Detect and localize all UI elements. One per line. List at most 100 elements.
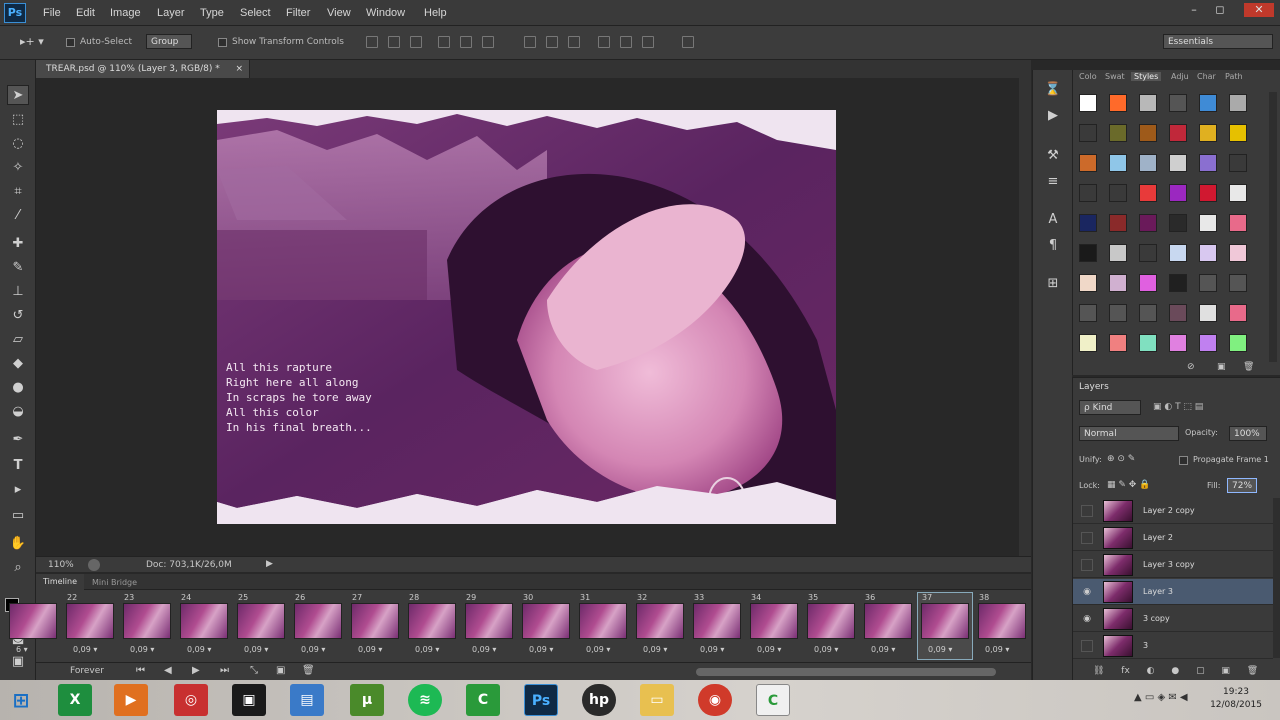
style-swatch[interactable]	[1169, 94, 1187, 112]
app-icon[interactable]: ◎	[174, 684, 208, 716]
style-swatch[interactable]	[1199, 94, 1217, 112]
frame-delay[interactable]: 0,09 ▾	[871, 645, 895, 654]
animation-frame[interactable]: 6 ▾	[6, 593, 60, 659]
animation-frame[interactable]: 31 0,09 ▾	[576, 593, 630, 659]
style-swatch[interactable]	[1229, 214, 1247, 232]
tab-color[interactable]: Colo	[1079, 72, 1097, 81]
magic-wand-icon[interactable]: ✧	[7, 158, 29, 178]
layer-row[interactable]: ◉ Layer 3	[1073, 579, 1273, 605]
frame-delay[interactable]: 0,09 ▾	[472, 645, 496, 654]
lock-icons[interactable]: ▦ ✎ ✥ 🔒	[1107, 480, 1150, 490]
marquee-tool-icon[interactable]: ⬚	[7, 110, 29, 130]
style-swatch[interactable]	[1079, 184, 1097, 202]
auto-select-checkbox[interactable]	[66, 38, 75, 47]
style-swatch[interactable]	[1139, 274, 1157, 292]
camtasia-icon[interactable]: C	[466, 684, 500, 716]
paint-bucket-icon[interactable]: ◆	[7, 354, 29, 374]
menu-type[interactable]: Type	[200, 7, 224, 19]
animation-frame[interactable]: 22 0,09 ▾	[63, 593, 117, 659]
camtasia-recorder-icon[interactable]: C	[756, 684, 790, 716]
brush-panel-icon[interactable]: ≡	[1042, 172, 1064, 192]
layer-bottom-icons[interactable]: ⛓ fx ◐ ● ▢ ▣ 🗑	[1093, 666, 1258, 676]
spotify-icon[interactable]: ≋	[408, 684, 442, 716]
style-swatch[interactable]	[1199, 124, 1217, 142]
frame-delay[interactable]: 0,09 ▾	[700, 645, 724, 654]
animation-frame[interactable]: 23 0,09 ▾	[120, 593, 174, 659]
character-panel-icon[interactable]: A	[1042, 210, 1064, 230]
tab-styles[interactable]: Styles	[1131, 72, 1162, 81]
eyedropper-icon[interactable]: ⁄	[7, 206, 29, 226]
frame-delay[interactable]: 0,09 ▾	[529, 645, 553, 654]
animation-frame[interactable]: 33 0,09 ▾	[690, 593, 744, 659]
document-canvas[interactable]: All this rapture Right here all along In…	[217, 110, 836, 524]
animation-frame[interactable]: 37 0,09 ▾	[917, 592, 973, 660]
eraser-icon[interactable]: ▱	[7, 330, 29, 350]
visibility-eye-icon[interactable]: ◉	[1081, 586, 1093, 598]
animation-frame[interactable]: 30 0,09 ▾	[519, 593, 573, 659]
style-swatch[interactable]	[1079, 214, 1097, 232]
style-swatch[interactable]	[1199, 274, 1217, 292]
play-icon[interactable]: ▶	[192, 665, 200, 676]
style-swatch[interactable]	[1109, 274, 1127, 292]
frame-delay[interactable]: 0,09 ▾	[301, 645, 325, 654]
show-transform-checkbox[interactable]	[218, 38, 227, 47]
menu-view[interactable]: View	[327, 7, 351, 19]
animation-frame[interactable]: 32 0,09 ▾	[633, 593, 687, 659]
layers-scrollbar[interactable]	[1273, 498, 1280, 658]
style-swatch[interactable]	[1229, 334, 1247, 352]
style-swatch[interactable]	[1109, 124, 1127, 142]
style-swatch[interactable]	[1109, 304, 1127, 322]
frame-delay[interactable]: 0,09 ▾	[73, 645, 97, 654]
style-swatch[interactable]	[1229, 94, 1247, 112]
menu-help[interactable]: Help	[424, 7, 447, 19]
layer-name[interactable]: Layer 2	[1143, 533, 1173, 542]
style-swatch[interactable]	[1139, 184, 1157, 202]
dodge-tool-icon[interactable]: ◒	[7, 402, 29, 422]
history-panel-icon[interactable]: ⌛	[1042, 80, 1064, 100]
distribute-bottom-icon[interactable]	[568, 36, 580, 48]
layer-name[interactable]: Layer 3 copy	[1143, 560, 1195, 569]
brush-tool-icon[interactable]: ✎	[7, 258, 29, 278]
frame-delay[interactable]: 0,09 ▾	[928, 645, 952, 654]
style-swatch[interactable]	[1199, 154, 1217, 172]
actions-panel-icon[interactable]: ▶	[1042, 106, 1064, 126]
clone-source-icon[interactable]: ⊞	[1042, 274, 1064, 294]
start-button-icon[interactable]: ⊞	[4, 684, 38, 716]
style-swatch[interactable]	[1199, 244, 1217, 262]
style-swatch[interactable]	[1139, 94, 1157, 112]
tab-paths[interactable]: Path	[1225, 72, 1243, 81]
fill-field[interactable]: 72%	[1227, 478, 1257, 493]
menu-window[interactable]: Window	[366, 7, 405, 19]
loop-dropdown[interactable]: Forever	[70, 666, 104, 676]
layer-name[interactable]: 3	[1143, 641, 1148, 650]
paragraph-panel-icon[interactable]: ¶	[1042, 236, 1064, 256]
utorrent-icon[interactable]: µ	[350, 684, 384, 716]
filter-icons[interactable]: ▣ ◐ T ⬚ ▤	[1153, 402, 1203, 412]
style-swatch[interactable]	[1229, 274, 1247, 292]
animation-frame[interactable]: 35 0,09 ▾	[804, 593, 858, 659]
style-swatch[interactable]	[1079, 304, 1097, 322]
style-swatch[interactable]	[1139, 214, 1157, 232]
delete-frame-icon[interactable]: 🗑	[302, 665, 315, 676]
close-tab-icon[interactable]: ×	[235, 60, 243, 78]
style-swatch[interactable]	[1169, 304, 1187, 322]
style-swatch[interactable]	[1199, 184, 1217, 202]
style-swatch[interactable]	[1109, 184, 1127, 202]
layer-row[interactable]: 3	[1073, 633, 1273, 659]
propagate-frame-checkbox[interactable]	[1179, 456, 1188, 465]
workspace-dropdown[interactable]: Essentials	[1163, 34, 1273, 49]
type-tool-icon[interactable]: T	[7, 456, 29, 476]
duplicate-frame-icon[interactable]: ▣	[276, 665, 285, 676]
hand-tool-icon[interactable]: ✋	[7, 534, 29, 554]
distribute-vcenter-icon[interactable]	[546, 36, 558, 48]
distribute-left-icon[interactable]	[598, 36, 610, 48]
style-swatch[interactable]	[1079, 154, 1097, 172]
style-swatch[interactable]	[1169, 334, 1187, 352]
style-swatch[interactable]	[1199, 304, 1217, 322]
frame-delay[interactable]: 0,09 ▾	[244, 645, 268, 654]
style-swatch[interactable]	[1109, 154, 1127, 172]
style-swatch[interactable]	[1229, 304, 1247, 322]
first-frame-icon[interactable]: ⏮	[136, 665, 145, 676]
tab-adjustments[interactable]: Adju	[1171, 72, 1189, 81]
auto-select-dropdown[interactable]: Group	[146, 34, 192, 49]
